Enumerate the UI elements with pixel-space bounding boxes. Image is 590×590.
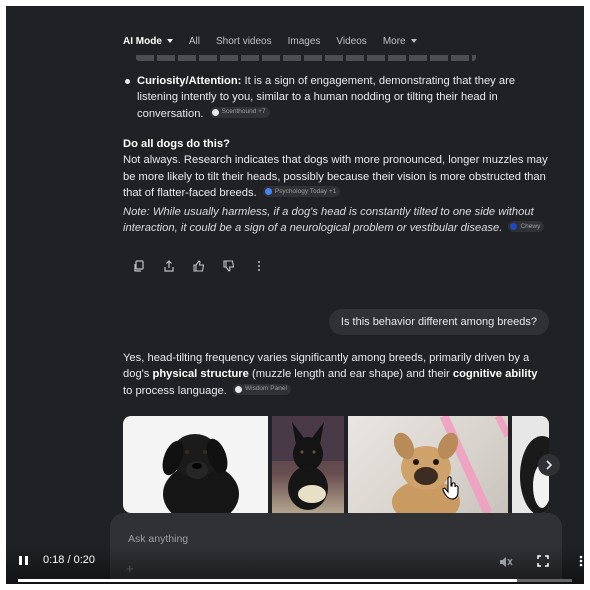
answer-paragraph: Yes, head-tilting frequency varies signi… — [123, 352, 538, 397]
tab-images[interactable]: Images — [288, 36, 321, 47]
share-icon[interactable] — [162, 259, 176, 273]
pause-icon[interactable] — [19, 556, 28, 565]
source-chip[interactable]: Chewy — [508, 221, 545, 233]
chevron-down-icon — [166, 39, 173, 43]
video-more-icon[interactable] — [579, 554, 583, 572]
source-chip[interactable]: Wisdom Panel — [232, 383, 291, 395]
tab-videos[interactable]: Videos — [336, 36, 366, 47]
carousel-next-button[interactable] — [538, 454, 560, 476]
section-block: Do all dogs do this? Not always. Researc… — [123, 136, 548, 202]
mute-icon[interactable] — [499, 555, 513, 573]
user-query-bubble: Is this behavior different among breeds? — [328, 309, 549, 335]
dog-image-french-bulldog[interactable] — [348, 416, 508, 513]
thumbs-down-icon[interactable] — [222, 259, 236, 273]
tab-all[interactable]: All — [189, 36, 200, 47]
note-paragraph: Note: While usually harmless, if a dog's… — [123, 204, 548, 237]
scenthound-favicon-icon — [211, 108, 219, 116]
thumbs-up-icon[interactable] — [192, 259, 206, 273]
source-chip[interactable]: Psychology Today +1 — [262, 186, 341, 198]
dog-image-black-lab-puppy[interactable] — [123, 416, 268, 513]
video-time: 0:18 / 0:20 — [43, 554, 95, 566]
search-tabs: AI Mode All Short videos Images Videos M… — [123, 30, 433, 52]
chewy-favicon-icon — [510, 223, 518, 231]
fullscreen-icon[interactable] — [537, 554, 549, 572]
bullet-dot — [125, 79, 130, 84]
section-paragraph: Not always. Research indicates that dogs… — [123, 154, 548, 200]
tab-short-videos[interactable]: Short videos — [216, 36, 272, 47]
hand-cursor-icon — [442, 476, 459, 500]
scrolled-text-remnant — [136, 55, 476, 61]
response-actions — [132, 259, 266, 273]
tab-ai-mode[interactable]: AI Mode — [123, 36, 173, 47]
more-vert-icon[interactable] — [252, 259, 266, 273]
ask-input[interactable]: Ask anything — [128, 533, 188, 545]
section-heading: Do all dogs do this? — [123, 138, 230, 150]
chevron-down-icon — [410, 39, 417, 43]
video-progress-fill — [18, 579, 517, 582]
wisdom-panel-favicon-icon — [234, 385, 242, 393]
tab-more[interactable]: More — [383, 36, 417, 47]
dog-image-black-dog-with-toy[interactable] — [272, 416, 344, 513]
chevron-right-icon — [546, 460, 553, 470]
source-chip[interactable]: Scenthound +7 — [209, 106, 270, 118]
video-frame: AI Mode All Short videos Images Videos M… — [6, 6, 584, 584]
video-progress-bar[interactable] — [18, 579, 572, 582]
psychology-today-favicon-icon — [264, 188, 272, 196]
copy-icon[interactable] — [132, 259, 146, 273]
bullet-item: Curiosity/Attention: It is a sign of eng… — [123, 73, 548, 122]
image-carousel — [123, 416, 549, 513]
bullet-term: Curiosity/Attention: — [137, 75, 242, 87]
